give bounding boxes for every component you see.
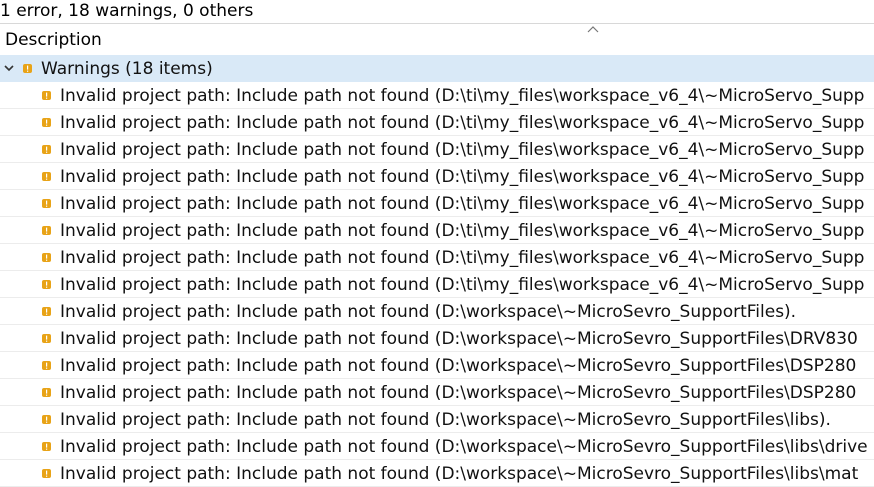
warning-icon [42,172,51,181]
warning-icon [42,145,51,154]
warning-icon [42,415,51,424]
warnings-group-label: Warnings (18 items) [41,59,213,79]
warning-icon [42,199,51,208]
warning-row[interactable]: Invalid project path: Include path not f… [0,271,874,298]
sort-ascending-icon [587,26,599,33]
warning-description: Invalid project path: Include path not f… [60,86,865,106]
warning-description: Invalid project path: Include path not f… [60,248,865,268]
problems-tree[interactable]: Warnings (18 items) Invalid project path… [0,55,874,487]
warning-row[interactable]: Invalid project path: Include path not f… [0,136,874,163]
warning-description: Invalid project path: Include path not f… [60,464,859,484]
warning-description: Invalid project path: Include path not f… [60,410,831,430]
warning-row[interactable]: Invalid project path: Include path not f… [0,109,874,136]
warning-description: Invalid project path: Include path not f… [60,221,865,241]
warning-row[interactable]: Invalid project path: Include path not f… [0,406,874,433]
chevron-down-icon[interactable] [3,63,15,73]
warning-description: Invalid project path: Include path not f… [60,383,857,403]
description-column-header[interactable]: Description [0,23,874,55]
warning-row[interactable]: Invalid project path: Include path not f… [0,244,874,271]
warning-icon [42,118,51,127]
warning-description: Invalid project path: Include path not f… [60,113,865,133]
warning-icon [23,64,32,73]
warnings-group-row[interactable]: Warnings (18 items) [0,55,874,82]
warning-row[interactable]: Invalid project path: Include path not f… [0,217,874,244]
warning-row[interactable]: Invalid project path: Include path not f… [0,298,874,325]
warning-row[interactable]: Invalid project path: Include path not f… [0,433,874,460]
warning-row[interactable]: Invalid project path: Include path not f… [0,163,874,190]
warning-description: Invalid project path: Include path not f… [60,140,865,160]
warning-icon [42,91,51,100]
warning-row[interactable]: Invalid project path: Include path not f… [0,190,874,217]
warning-description: Invalid project path: Include path not f… [60,302,797,322]
warning-description: Invalid project path: Include path not f… [60,356,857,376]
warning-description: Invalid project path: Include path not f… [60,194,865,214]
warning-icon [42,388,51,397]
warning-description: Invalid project path: Include path not f… [60,167,865,187]
warning-row[interactable]: Invalid project path: Include path not f… [0,379,874,406]
warning-icon [42,442,51,451]
warning-row[interactable]: Invalid project path: Include path not f… [0,460,874,487]
warning-icon [42,226,51,235]
warning-icon [42,334,51,343]
warning-row[interactable]: Invalid project path: Include path not f… [0,82,874,109]
warning-icon [42,307,51,316]
warning-icon [42,361,51,370]
warning-row[interactable]: Invalid project path: Include path not f… [0,325,874,352]
warning-icon [42,280,51,289]
warning-icon [42,253,51,262]
warning-row[interactable]: Invalid project path: Include path not f… [0,352,874,379]
problems-summary: 1 error, 18 warnings, 0 others [0,1,254,21]
warning-description: Invalid project path: Include path not f… [60,275,865,295]
warning-description: Invalid project path: Include path not f… [60,329,858,349]
warning-icon [42,469,51,478]
warning-description: Invalid project path: Include path not f… [60,437,868,457]
description-header-label: Description [5,30,102,50]
